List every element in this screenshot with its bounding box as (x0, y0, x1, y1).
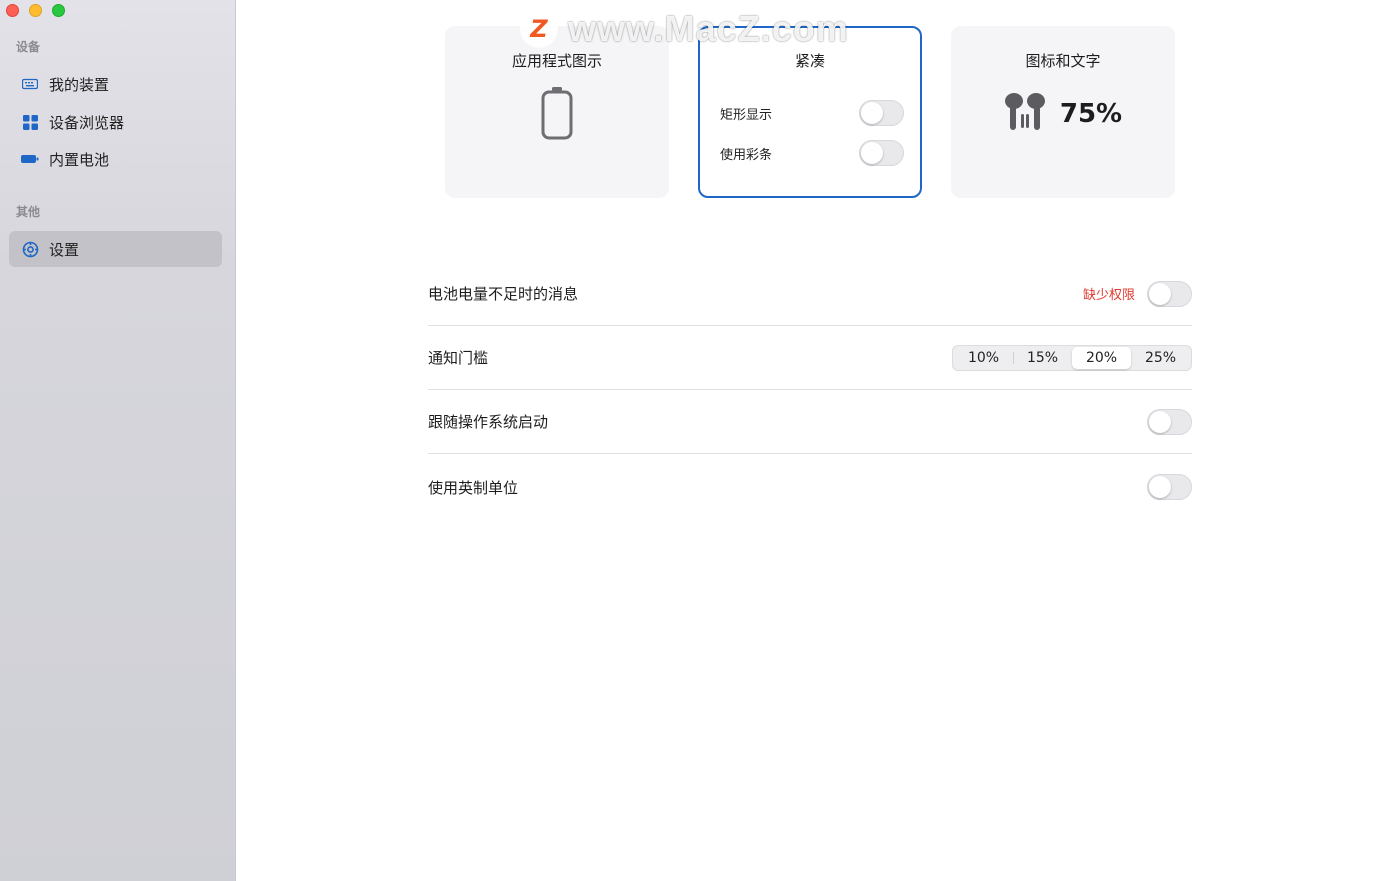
color-bar-label: 使用彩条 (720, 147, 773, 163)
style-card-compact[interactable]: 紧凑 矩形显示 使用彩条 (698, 26, 922, 198)
low-battery-message-toggle[interactable] (1147, 280, 1192, 307)
threshold-option-10[interactable]: 10% (954, 347, 1013, 369)
sidebar-item-settings[interactable]: 设置 (9, 231, 222, 267)
launch-at-login-row: 跟随操作系统启动 (428, 390, 1192, 454)
style-card-icon-text[interactable]: 图标和文字 75% (951, 26, 1175, 198)
section-label-other: 其他 (16, 205, 41, 219)
keyboard-icon (21, 75, 39, 93)
threshold-option-25[interactable]: 25% (1131, 347, 1190, 369)
card-title: 应用程式图示 (511, 52, 602, 70)
sidebar-item-label: 我的装置 (49, 75, 110, 94)
battery-icon (21, 150, 39, 168)
sidebar-item-label: 内置电池 (49, 150, 110, 169)
airpods-icon (1004, 92, 1046, 136)
notify-threshold-label: 通知门槛 (428, 349, 489, 367)
imperial-units-toggle[interactable] (1147, 474, 1192, 500)
threshold-option-20[interactable]: 20% (1072, 346, 1131, 369)
close-window-button[interactable] (6, 4, 19, 17)
imperial-units-label: 使用英制单位 (428, 478, 519, 497)
settings-pane: 应用程式图示 紧凑 矩形显示 使用彩条 图标和文字 75% 电池电量不足时的消息… (237, 0, 1381, 881)
sidebar-item-internal-battery[interactable]: 内置电池 (9, 141, 222, 177)
low-battery-message-label: 电池电量不足时的消息 (428, 285, 579, 303)
gear-icon (21, 240, 39, 258)
rect-display-row: 矩形显示 (720, 99, 904, 127)
battery-outline-icon (445, 86, 669, 140)
color-bar-row: 使用彩条 (720, 139, 904, 167)
icon-text-preview: 75% (951, 92, 1175, 136)
rect-display-label: 矩形显示 (720, 107, 773, 123)
sidebar-item-label: 设备浏览器 (49, 113, 125, 132)
notify-threshold-row: 通知门槛 10% 15% 20% 25% (428, 326, 1192, 390)
low-battery-message-row: 电池电量不足时的消息 缺少权限 (428, 262, 1192, 326)
threshold-segmented-control: 10% 15% 20% 25% (952, 344, 1192, 371)
launch-at-login-label: 跟随操作系统启动 (428, 413, 549, 431)
watermark: Z www.MacZ.com (520, 8, 849, 50)
rect-display-toggle[interactable] (859, 100, 904, 126)
battery-percent: 75% (1059, 99, 1123, 129)
color-bar-toggle[interactable] (859, 140, 904, 166)
card-title: 紧凑 (794, 52, 825, 70)
window-controls (6, 4, 65, 17)
section-label-devices: 设备 (16, 40, 41, 54)
threshold-option-15[interactable]: 15% (1013, 347, 1072, 369)
minimize-window-button[interactable] (29, 4, 42, 17)
card-title: 图标和文字 (1025, 52, 1101, 70)
sidebar-item-device-browser[interactable]: 设备浏览器 (9, 104, 222, 140)
grid-icon (21, 113, 39, 131)
imperial-units-row: 使用英制单位 (428, 455, 1192, 519)
launch-at-login-toggle[interactable] (1147, 408, 1192, 435)
watermark-text: www.MacZ.com (568, 8, 849, 49)
sidebar: 设备 我的装置 设备浏览器 内置电池 其他 设置 (0, 0, 236, 881)
missing-permission-link[interactable]: 缺少权限 (1083, 284, 1135, 303)
sidebar-item-label: 设置 (49, 240, 80, 259)
watermark-logo-icon: Z (520, 10, 558, 48)
zoom-window-button[interactable] (52, 4, 65, 17)
sidebar-item-my-devices[interactable]: 我的装置 (9, 66, 222, 102)
style-card-app-icon[interactable]: 应用程式图示 (445, 26, 669, 198)
